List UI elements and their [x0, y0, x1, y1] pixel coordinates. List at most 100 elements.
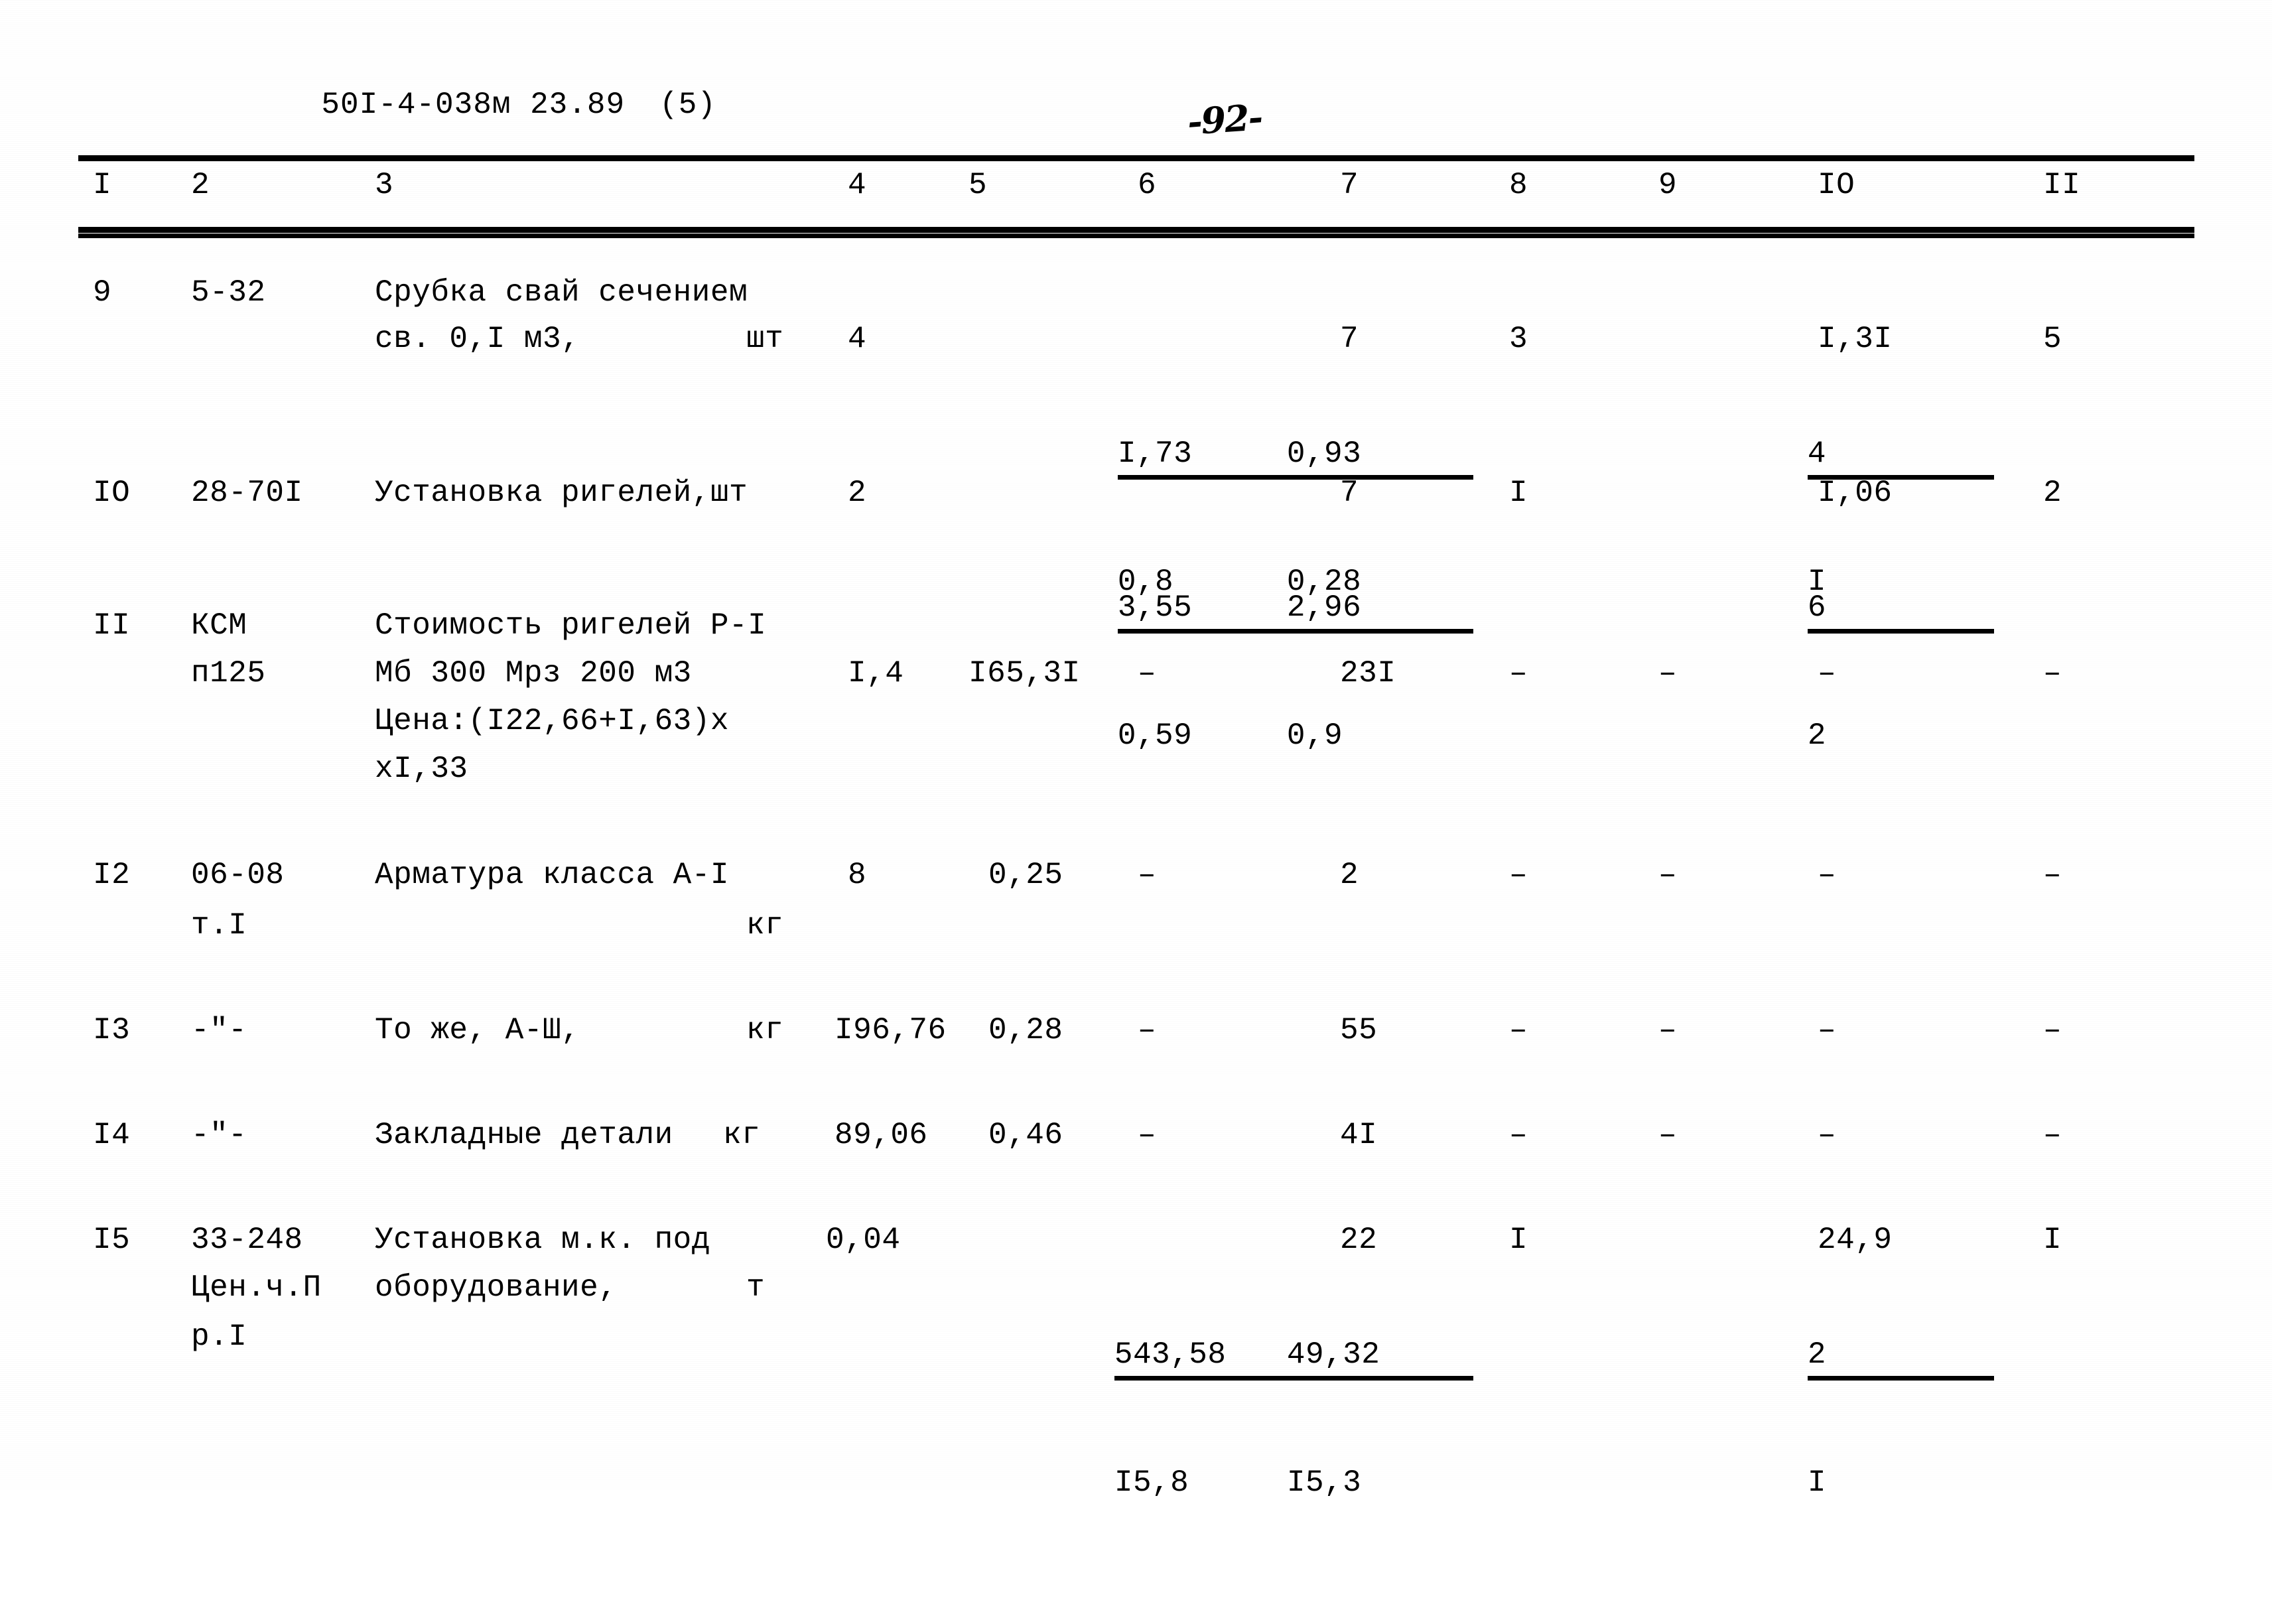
row-code-line2: Цен.ч.П: [191, 1270, 322, 1305]
row-col7: 7: [1340, 322, 1359, 356]
row-code-line1: 06-08: [191, 858, 285, 892]
row-number: I5: [93, 1223, 131, 1257]
row-code-line2: т.I: [191, 908, 247, 943]
row-description-line1: Арматура класса А-I: [375, 858, 729, 892]
row-col11: –: [2043, 1013, 2062, 1048]
row-code-line1: КСМ: [191, 608, 247, 643]
row-col8: I: [1509, 1223, 1528, 1257]
row-description-line2: Мб 300 Мрз 200 м3: [375, 656, 692, 691]
row-col8: –: [1509, 1118, 1528, 1152]
row-col4: 89,06: [835, 1118, 928, 1152]
row-col6-numerator: 2,96: [1286, 588, 1473, 634]
column-header-8: 8: [1509, 168, 1528, 202]
row-col11: 2: [2043, 476, 2062, 510]
row-description-line2: оборудование,: [375, 1270, 618, 1305]
row-col10: –: [1818, 1118, 1836, 1152]
row-description-line1: То же, А-Ш,: [375, 1013, 580, 1048]
row-col6-numerator: 49,32: [1286, 1335, 1473, 1381]
column-header-11: II: [2043, 168, 2081, 202]
row-number: I4: [93, 1118, 131, 1152]
row-code-line3: р.I: [191, 1320, 247, 1354]
document-page: 50I-4-038м 23.89 (5) -92- I 2 3 4 5 6 7 8…: [0, 0, 2272, 1500]
row-col7: 22: [1340, 1223, 1378, 1257]
row-col11: 5: [2043, 322, 2062, 356]
row-code-line1: 33-248: [191, 1223, 303, 1257]
row-col7: 55: [1340, 1013, 1378, 1048]
row-number: II: [93, 608, 131, 643]
row-col4: 4: [848, 322, 867, 356]
row-col4: I96,76: [835, 1013, 947, 1048]
document-code: 50I-4-038м 23.89: [321, 88, 626, 122]
row-description-line1: Срубка свай сечением: [375, 275, 748, 310]
row-col9: 2 I: [1658, 1214, 1994, 1624]
row-col7: 2: [1340, 858, 1359, 892]
row-description-line2: св. 0,I м3,: [375, 322, 580, 356]
column-header-4: 4: [848, 168, 867, 202]
row-col4: 0,04: [826, 1223, 901, 1257]
table-header-rule-upper: [78, 227, 2194, 233]
row-col7: 4I: [1340, 1118, 1378, 1152]
row-col10: I,3I: [1818, 322, 1893, 356]
row-col4: 8: [848, 858, 867, 892]
document-header: 50I-4-038м 23.89 (5): [245, 53, 716, 157]
row-col10: –: [1818, 1013, 1836, 1048]
row-col6: –: [1138, 1013, 1156, 1048]
column-header-1: I: [93, 168, 112, 202]
row-code-line2: п125: [191, 656, 266, 691]
row-col11: –: [2043, 656, 2062, 691]
row-col11: I: [2043, 1223, 2062, 1257]
column-header-5: 5: [969, 168, 988, 202]
table-header-rule-lower: [78, 234, 2194, 238]
row-col11: –: [2043, 858, 2062, 892]
row-code: 5-32: [191, 275, 266, 310]
row-col8: 3: [1509, 322, 1528, 356]
row-col6: –: [1138, 656, 1156, 691]
row-col9-numerator: 2: [1807, 1335, 1994, 1381]
row-col5: 0,25: [988, 858, 1063, 892]
row-description-line1: Установка м.к. под: [375, 1223, 710, 1257]
row-unit: кг: [746, 1013, 784, 1048]
row-col11: –: [2043, 1118, 2062, 1152]
column-header-6: 6: [1138, 168, 1157, 202]
table-top-rule: [78, 155, 2194, 161]
row-col6-denominator: 0,9: [1286, 718, 1343, 753]
row-description-line1: Стоимость ригелей Р-I: [375, 608, 767, 643]
row-number: IO: [93, 476, 131, 510]
row-col4: I,4: [848, 656, 904, 691]
row-unit: кг: [746, 908, 784, 943]
row-col8: –: [1509, 656, 1528, 691]
row-col9: –: [1658, 656, 1677, 691]
row-col6: –: [1138, 1118, 1156, 1152]
row-number: I2: [93, 858, 131, 892]
row-col9-denominator: I: [1807, 1465, 1826, 1500]
row-code: 28-70I: [191, 476, 303, 510]
column-header-7: 7: [1340, 168, 1359, 202]
row-description-line3: Цена:(I22,66+I,63)х: [375, 704, 729, 738]
row-col8: –: [1509, 858, 1528, 892]
row-code: -"-: [191, 1118, 247, 1152]
row-col9: –: [1658, 1118, 1677, 1152]
row-col5: 0,46: [988, 1118, 1063, 1152]
row-description-line1: Закладные детали: [375, 1118, 673, 1152]
row-col9: –: [1658, 1013, 1677, 1048]
row-col4: 2: [848, 476, 867, 510]
row-code: -"-: [191, 1013, 247, 1048]
column-header-3: 3: [375, 168, 394, 202]
row-col5: I65,3I: [969, 656, 1081, 691]
column-header-2: 2: [191, 168, 210, 202]
handwritten-page-number: -92-: [1185, 96, 1264, 143]
row-col8: I: [1509, 476, 1528, 510]
row-col9: –: [1658, 858, 1677, 892]
row-description-line4: хI,33: [375, 752, 468, 786]
column-header-10: IO: [1818, 168, 1855, 202]
row-col10: –: [1818, 656, 1836, 691]
column-header-9: 9: [1658, 168, 1678, 202]
row-unit: шт: [746, 322, 784, 356]
row-col7: 7: [1340, 476, 1359, 510]
row-col6-denominator: I5,3: [1286, 1465, 1362, 1500]
row-col10: –: [1818, 858, 1836, 892]
row-col9-denominator: 2: [1807, 718, 1826, 753]
row-col8: –: [1509, 1013, 1528, 1048]
row-col6: 49,32 I5,3: [1138, 1214, 1473, 1624]
row-unit: кг: [723, 1118, 761, 1152]
